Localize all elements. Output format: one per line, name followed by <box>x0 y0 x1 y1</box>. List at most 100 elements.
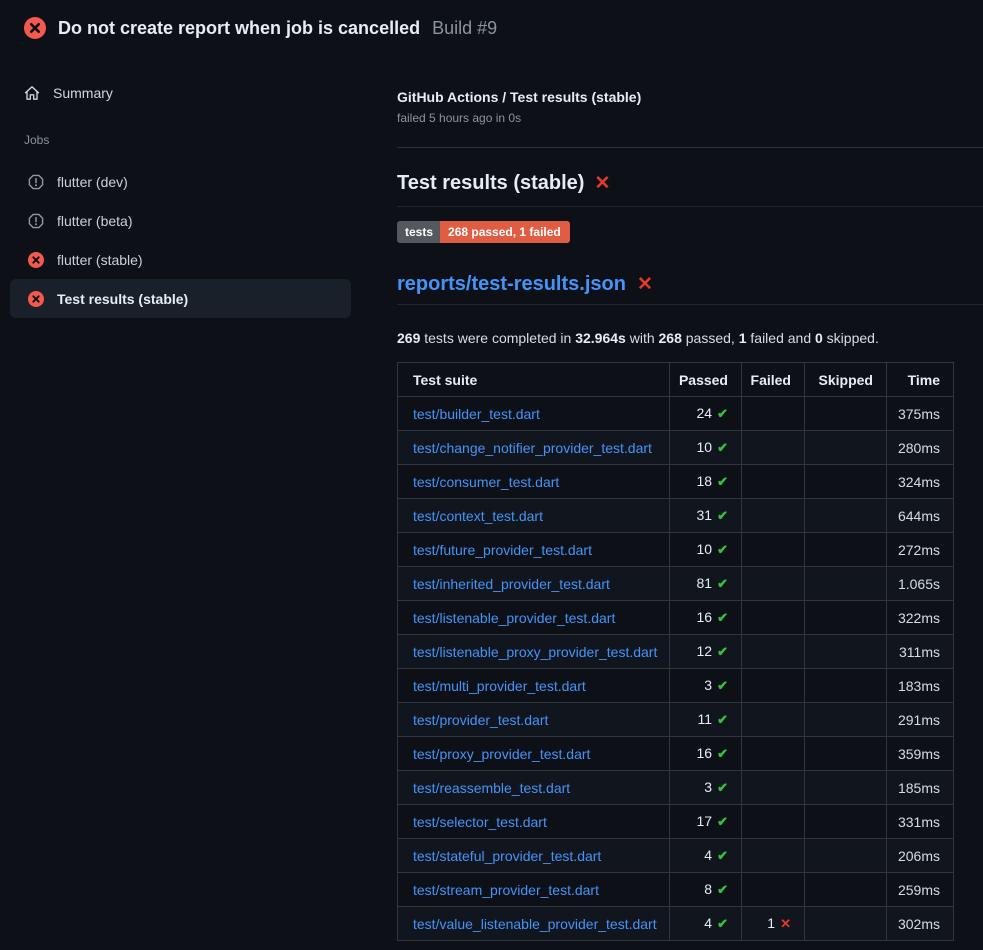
skipped-cell <box>805 567 887 601</box>
suite-link[interactable]: test/reassemble_test.dart <box>413 780 570 796</box>
time-cell: 324ms <box>887 465 954 499</box>
check-icon: ✔ <box>717 848 728 863</box>
time-cell: 280ms <box>887 431 954 465</box>
time-cell: 644ms <box>887 499 954 533</box>
job-label: flutter (dev) <box>57 174 128 190</box>
summary-segment: 268 <box>659 330 682 346</box>
time-cell: 302ms <box>887 907 954 941</box>
check-icon: ✔ <box>717 916 728 931</box>
column-header-failed: Failed <box>742 363 805 397</box>
table-row: test/listenable_provider_test.dart16✔322… <box>398 601 954 635</box>
report-file-link[interactable]: reports/test-results.json <box>397 273 626 296</box>
table-row: test/proxy_provider_test.dart16✔359ms <box>398 737 954 771</box>
sidebar-item-flutter-beta[interactable]: flutter (beta) <box>10 201 351 240</box>
table-row: test/listenable_proxy_provider_test.dart… <box>398 635 954 669</box>
suite-link[interactable]: test/multi_provider_test.dart <box>413 678 586 694</box>
suite-link[interactable]: test/consumer_test.dart <box>413 474 559 490</box>
check-icon: ✔ <box>717 542 728 557</box>
suite-link[interactable]: test/proxy_provider_test.dart <box>413 746 590 762</box>
count-value: 31 <box>697 507 713 523</box>
time-cell: 359ms <box>887 737 954 771</box>
job-label: Test results (stable) <box>57 291 188 307</box>
time-cell: 311ms <box>887 635 954 669</box>
sidebar-item-flutter-dev[interactable]: flutter (dev) <box>10 162 351 201</box>
check-run-panel: GitHub Actions / Test results (stable) f… <box>397 88 983 941</box>
check-icon: ✔ <box>717 440 728 455</box>
sidebar-item-test-results-stable[interactable]: Test results (stable) <box>10 279 351 318</box>
job-label: flutter (stable) <box>57 252 143 268</box>
badge-value: 268 passed, 1 failed <box>440 221 570 243</box>
check-icon: ✔ <box>717 508 728 523</box>
check-icon: ✔ <box>717 576 728 591</box>
build-number: Build #9 <box>432 18 497 39</box>
check-icon: ✔ <box>717 474 728 489</box>
skipped-cell <box>805 465 887 499</box>
table-row: test/builder_test.dart24✔375ms <box>398 397 954 431</box>
time-cell: 375ms <box>887 397 954 431</box>
suite-link[interactable]: test/context_test.dart <box>413 508 543 524</box>
column-header-passed: Passed <box>670 363 742 397</box>
run-header: Do not create report when job is cancell… <box>0 0 983 56</box>
column-header-skipped: Skipped <box>805 363 887 397</box>
home-icon <box>24 85 40 101</box>
breadcrumb: GitHub Actions / Test results (stable) <box>397 88 983 106</box>
table-row: test/stateful_provider_test.dart4✔206ms <box>398 839 954 873</box>
table-row: test/multi_provider_test.dart3✔183ms <box>398 669 954 703</box>
tests-badge: tests 268 passed, 1 failed <box>397 221 570 243</box>
suite-link[interactable]: test/listenable_proxy_provider_test.dart <box>413 644 657 660</box>
check-icon: ✔ <box>717 712 728 727</box>
skipped-cell <box>805 635 887 669</box>
suite-link[interactable]: test/builder_test.dart <box>413 406 540 422</box>
table-row: test/future_provider_test.dart10✔272ms <box>398 533 954 567</box>
suite-link[interactable]: test/selector_test.dart <box>413 814 547 830</box>
skipped-cell <box>805 669 887 703</box>
cross-icon: ✕ <box>780 916 791 931</box>
suite-link[interactable]: test/stream_provider_test.dart <box>413 882 599 898</box>
count-value: 10 <box>697 439 713 455</box>
count-value: 12 <box>697 643 713 659</box>
count-value: 3 <box>704 779 712 795</box>
table-row: test/selector_test.dart17✔331ms <box>398 805 954 839</box>
badge-label: tests <box>397 221 440 243</box>
summary-segment: 0 <box>815 330 823 346</box>
tests-summary-text: 269 tests were completed in 32.964s with… <box>397 328 983 348</box>
table-row: test/provider_test.dart11✔291ms <box>398 703 954 737</box>
check-icon: ✔ <box>717 678 728 693</box>
sidebar-item-flutter-stable[interactable]: flutter (stable) <box>10 240 351 279</box>
section-divider <box>397 147 983 148</box>
summary-segment: 32.964s <box>575 330 626 346</box>
check-icon: ✔ <box>717 814 728 829</box>
table-row: test/consumer_test.dart18✔324ms <box>398 465 954 499</box>
check-icon: ✔ <box>717 406 728 421</box>
failed-cross-icon: ✕ <box>637 275 653 294</box>
suite-link[interactable]: test/change_notifier_provider_test.dart <box>413 440 652 456</box>
summary-segment: failed and <box>747 330 816 346</box>
test-results-table: Test suite Passed Failed Skipped Time te… <box>397 362 954 941</box>
job-failed-icon <box>28 252 44 268</box>
job-cancelled-icon <box>28 213 44 229</box>
suite-link[interactable]: test/stateful_provider_test.dart <box>413 848 601 864</box>
skipped-cell <box>805 805 887 839</box>
summary-label: Summary <box>53 85 113 101</box>
suite-link[interactable]: test/value_listenable_provider_test.dart <box>413 916 657 932</box>
failed-cross-icon: ✕ <box>594 174 610 193</box>
suite-link[interactable]: test/future_provider_test.dart <box>413 542 592 558</box>
count-value: 81 <box>697 575 713 591</box>
count-value: 8 <box>704 881 712 897</box>
suite-link[interactable]: test/provider_test.dart <box>413 712 548 728</box>
jobs-section-label: Jobs <box>24 133 49 147</box>
suite-link[interactable]: test/inherited_provider_test.dart <box>413 576 610 592</box>
table-row: test/value_listenable_provider_test.dart… <box>398 907 954 941</box>
suite-link[interactable]: test/listenable_provider_test.dart <box>413 610 615 626</box>
sidebar-item-summary[interactable]: Summary <box>24 81 113 105</box>
time-cell: 291ms <box>887 703 954 737</box>
time-cell: 259ms <box>887 873 954 907</box>
skipped-cell <box>805 431 887 465</box>
summary-segment: with <box>626 330 659 346</box>
run-title: Do not create report when job is cancell… <box>58 18 420 39</box>
time-cell: 183ms <box>887 669 954 703</box>
column-header-test-suite: Test suite <box>398 363 670 397</box>
check-icon: ✔ <box>717 644 728 659</box>
job-label: flutter (beta) <box>57 213 132 229</box>
job-cancelled-icon <box>28 174 44 190</box>
